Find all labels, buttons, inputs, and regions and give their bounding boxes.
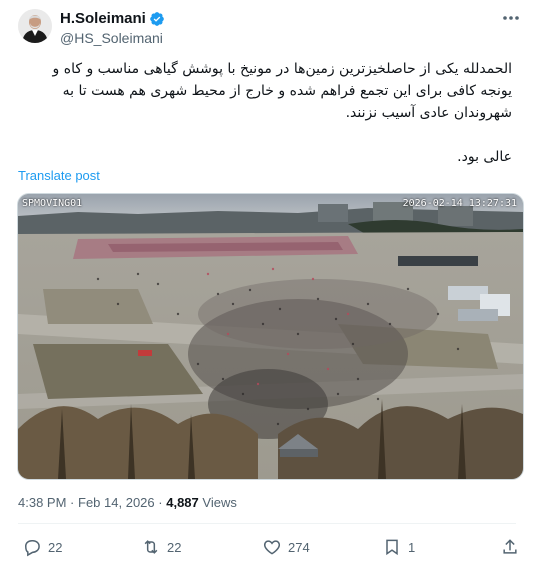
bookmark-count: 1 [408,539,416,555]
repost-icon [144,540,158,554]
author-display-name[interactable]: H.Soleimani [60,10,146,27]
post-meta: 4:38 PM · Feb 14, 2026 · 4,887 Views [18,495,237,510]
share-button[interactable] [500,536,520,558]
translate-post-link[interactable]: Translate post [18,168,100,183]
meta-separator: · [70,495,75,510]
repost-button[interactable]: 22 [141,536,181,558]
bookmark-icon [386,539,398,556]
author-handle[interactable]: @HS_Soleimani [60,30,163,46]
views-count: 4,887 [166,495,199,510]
more-icon[interactable] [500,8,522,28]
meta-separator: · [158,495,163,510]
repost-count: 22 [167,539,182,555]
post-text: الحمدلله یکی از حاصلخیزترین زمین‌ها در م… [18,58,512,168]
post-media-image[interactable]: SPMOVING01 2026-02-14 13:27:31 [17,193,524,480]
divider [18,523,516,524]
camera-label: SPMOVING01 [22,198,83,209]
like-count: 274 [288,539,310,555]
verified-badge-icon [150,11,164,26]
like-icon [263,540,281,555]
views-label: Views [202,495,237,510]
crowd-scene-image [18,194,523,479]
post-time[interactable]: 4:38 PM [18,495,66,510]
like-button[interactable]: 274 [262,536,310,558]
bookmark-button[interactable]: 1 [382,536,415,558]
post-paragraph-2: عالی بود. [457,149,512,165]
reply-count: 22 [48,539,63,555]
camera-timestamp: 2026-02-14 13:27:31 [402,198,517,209]
post-paragraph-1: الحمدلله یکی از حاصلخیزترین زمین‌ها در م… [52,61,512,121]
share-icon [503,539,517,554]
reply-button[interactable]: 22 [22,536,62,558]
reply-icon [24,540,40,557]
action-bar: 22 22 274 1 [0,536,534,560]
post-date[interactable]: Feb 14, 2026 [78,495,155,510]
author-name-row: H.Soleimani [60,10,165,27]
avatar[interactable] [18,9,52,43]
tweet: H.Soleimani @HS_Soleimani الحمدلله یکی ا… [0,0,534,562]
